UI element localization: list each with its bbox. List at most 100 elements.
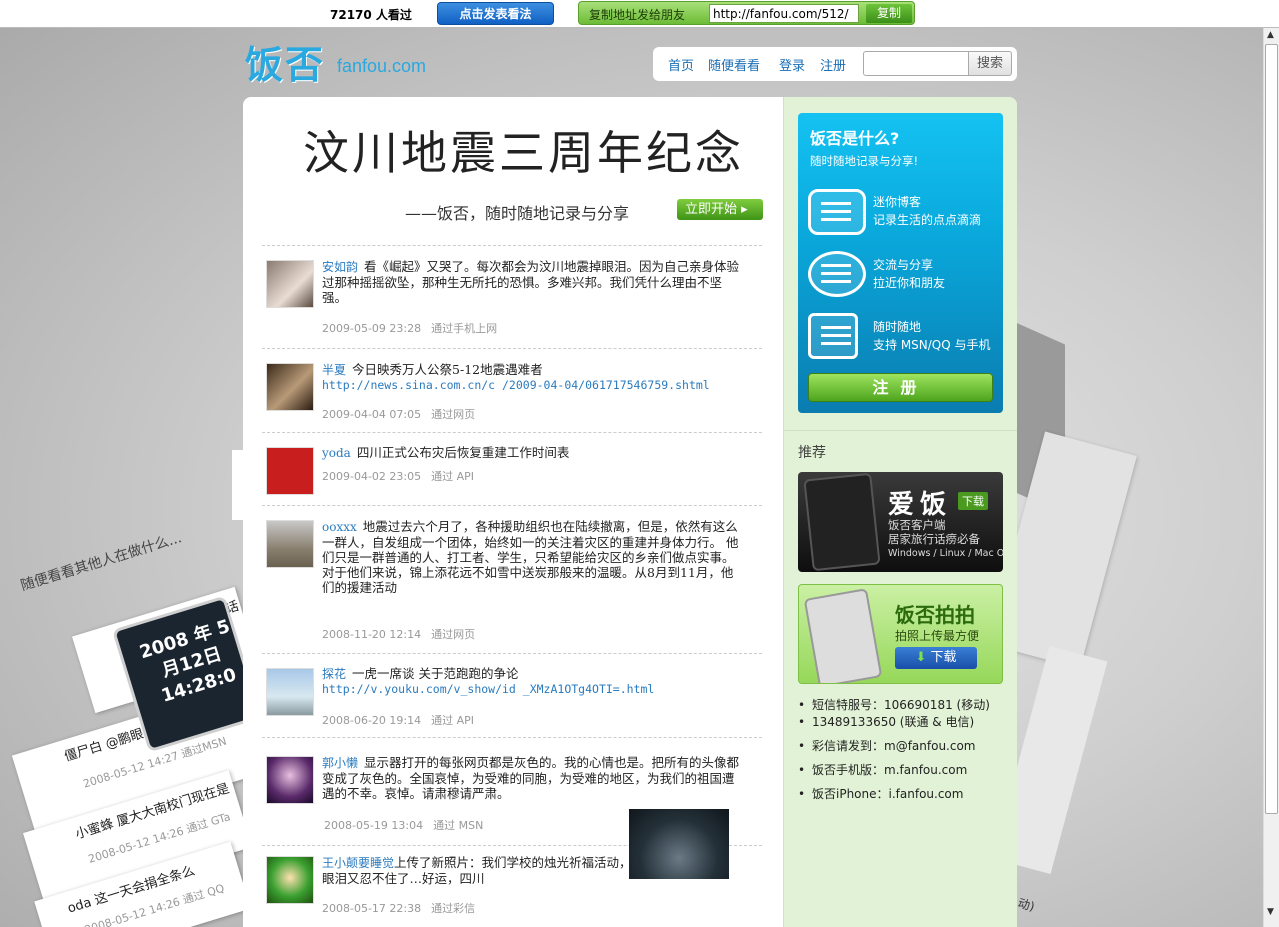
author-link[interactable]: ooxxx xyxy=(322,520,357,534)
paipai-subtitle: 拍照上传最方便 xyxy=(895,629,980,643)
feature-title: 随时随地 xyxy=(873,320,922,334)
message-time[interactable]: 2009-04-02 23:05 xyxy=(322,470,421,483)
list-item: 13489133650 (联通 & 电信) xyxy=(798,714,990,731)
message-text: 看《崛起》又哭了。每次都会为汶川地震掉眼泪。因为自己亲身体验过那种摇摇欲坠，那种… xyxy=(322,259,740,305)
scrollbar[interactable]: ▲ ▼ xyxy=(1263,28,1279,927)
message-body: 探花 一虎一席谈 关于范跑跑的争论 http://v.youku.com/v_sh… xyxy=(322,666,742,697)
message-source: 通过 MSN xyxy=(433,819,484,832)
page-title: 汶川地震三周年纪念 xyxy=(303,126,744,180)
what-is-fanfou-box: 饭否是什么? 随时随地记录与分享! 迷你博客 记录生活的点点滴滴 交流与分享 拉… xyxy=(798,113,1003,413)
start-now-button[interactable]: 立即开始 ▸ xyxy=(677,199,763,220)
list-item: 短信特服号：106690181 (移动) xyxy=(798,697,990,714)
list-item: 彩信请发到：m@fanfou.com xyxy=(798,738,990,755)
feature-title: 迷你博客 xyxy=(873,195,922,209)
search-button[interactable]: 搜索 xyxy=(968,51,1012,76)
download-label: 下载 xyxy=(930,650,957,665)
what-subtitle: 随时随地记录与分享! xyxy=(810,154,919,168)
aifan-description: 饭否客户端 居家旅行话痨必备 xyxy=(888,518,980,546)
aifan-line: 饭否客户端 xyxy=(888,518,946,532)
avatar[interactable] xyxy=(266,520,314,568)
feature-blog: 迷你博客 记录生活的点点滴滴 xyxy=(873,193,981,229)
list-item: yoda 四川正式公布灾后恢复重建工作时间表 2009-04-02 23:05 通过… xyxy=(262,432,762,505)
paipai-banner[interactable]: 饭否拍拍 拍照上传最方便 ⬇ 下载 xyxy=(798,584,1003,684)
feature-mobile: 随时随地 支持 MSN/QQ 与手机 xyxy=(873,318,991,354)
message-time[interactable]: 2009-05-09 23:28 xyxy=(322,322,421,335)
aifan-line: 居家旅行话痨必备 xyxy=(888,532,980,546)
list-item: 饭否手机版：m.fanfou.com xyxy=(798,762,990,779)
message-time[interactable]: 2008-05-19 13:04 xyxy=(324,819,423,832)
message-time[interactable]: 2008-05-17 22:38 xyxy=(322,902,421,915)
message-meta: 2009-05-09 23:28 通过手机上网 xyxy=(322,320,497,336)
message-source: 通过网页 xyxy=(431,408,476,421)
scroll-up-arrow-icon[interactable]: ▲ xyxy=(1267,30,1274,40)
message-link[interactable]: http://news.sina.com.cn/c /2009-04-04/06… xyxy=(322,378,742,393)
register-button[interactable]: 注册 xyxy=(808,373,993,402)
message-time[interactable]: 2008-06-20 19:14 xyxy=(322,714,421,727)
message-source: 通过彩信 xyxy=(431,902,476,915)
copy-button[interactable]: 复制 xyxy=(866,4,912,23)
logo-chinese: 饭否 xyxy=(245,43,326,87)
post-opinion-button[interactable]: 点击发表看法 xyxy=(437,2,554,25)
message-body: 半夏 今日映秀万人公祭5-12地震遇难者 http://news.sina.com… xyxy=(322,362,742,393)
feature-title: 交流与分享 xyxy=(873,258,934,272)
message-meta: 2009-04-04 07:05 通过网页 xyxy=(322,406,475,422)
author-link[interactable]: 半夏 xyxy=(322,363,346,377)
message-body: ooxxx 地震过去六个月了，各种援助组织也在陆续撤离，但是，依然有这么一群人，自… xyxy=(322,519,742,595)
phone-image xyxy=(803,472,881,572)
recommend-heading: 推荐 xyxy=(798,445,826,461)
sidebar: 饭否是什么? 随时随地记录与分享! 迷你博客 记录生活的点点滴滴 交流与分享 拉… xyxy=(783,97,1017,927)
share-box: 复制地址发给朋友 复制 xyxy=(578,1,915,25)
speech-bubble-icon xyxy=(808,189,866,235)
scroll-down-arrow-icon[interactable]: ▼ xyxy=(1267,907,1274,917)
main-panel: 汶川地震三周年纪念 ——饭否，随时随地记录与分享 立即开始 ▸ 安如韵 看《崛起》… xyxy=(243,97,1017,927)
message-source: 通过手机上网 xyxy=(431,322,498,335)
viewer-count: 72170 人看过 xyxy=(330,8,412,22)
author-link[interactable]: 探花 xyxy=(322,667,346,681)
list-item: 饭否iPhone：i.fanfou.com xyxy=(798,786,990,803)
list-item: 安如韵 看《崛起》又哭了。每次都会为汶川地震掉眼泪。因为自己亲身体验过那种摇摇欲坠… xyxy=(262,245,762,348)
search-input[interactable] xyxy=(863,51,969,76)
page-subtitle: ——饭否，随时随地记录与分享 xyxy=(405,204,630,223)
message-text: 地震过去六个月了，各种援助组织也在陆续撤离，但是，依然有这么一群人，自发组成一个… xyxy=(322,519,739,595)
aifan-banner[interactable]: 爱饭 下载 饭否客户端 居家旅行话痨必备 Windows / Linux / M… xyxy=(798,472,1003,572)
nav-login[interactable]: 登录 xyxy=(779,55,805,74)
avatar[interactable] xyxy=(266,447,314,495)
share-url-field[interactable] xyxy=(709,4,859,23)
nav-register[interactable]: 注册 xyxy=(820,55,846,74)
nav-browse[interactable]: 随便看看 xyxy=(708,55,760,74)
message-time[interactable]: 2009-04-04 07:05 xyxy=(322,408,421,421)
top-nav: 首页 随便看看 登录 注册 搜索 xyxy=(653,47,1017,81)
background-caption: 动) xyxy=(1016,896,1037,914)
message-link[interactable]: http://v.youku.com/v_show/id _XMzA1OTg4O… xyxy=(322,682,742,697)
top-bar: 72170 人看过 点击发表看法 复制地址发给朋友 复制 xyxy=(0,0,1279,28)
message-body: 王小颠要睡觉上传了新照片：我们学校的烛光祈福活动，眼泪又忍不住了…好运，四川 xyxy=(322,855,634,886)
aifan-download-button[interactable]: 下载 xyxy=(958,492,988,510)
candlelight-photo[interactable] xyxy=(629,809,729,879)
contact-info-list: 短信特服号：106690181 (移动) 13489133650 (联通 & 电… xyxy=(798,697,990,810)
what-title: 饭否是什么? xyxy=(810,129,900,148)
message-body: 安如韵 看《崛起》又哭了。每次都会为汶川地震掉眼泪。因为自己亲身体验过那种摇摇欲坠… xyxy=(322,259,742,305)
avatar[interactable] xyxy=(266,756,314,804)
nav-home[interactable]: 首页 xyxy=(668,55,694,74)
list-item: ooxxx 地震过去六个月了，各种援助组织也在陆续撤离，但是，依然有这么一群人，自… xyxy=(262,505,762,653)
author-link[interactable]: 安如韵 xyxy=(322,260,358,274)
author-link[interactable]: 王小颠要睡觉 xyxy=(322,856,394,870)
message-source: 通过网页 xyxy=(431,628,476,641)
author-link[interactable]: 郭小懒 xyxy=(322,756,358,770)
author-link[interactable]: yoda xyxy=(322,446,351,460)
message-body: yoda 四川正式公布灾后恢复重建工作时间表 xyxy=(322,445,742,461)
scroll-thumb[interactable] xyxy=(1265,44,1278,814)
avatar[interactable] xyxy=(266,856,314,904)
background-tagline: 随便看看其他人在做什么... xyxy=(18,529,184,595)
feature-desc: 拉近你和朋友 xyxy=(873,276,946,290)
paipai-title: 饭否拍拍 xyxy=(895,603,975,627)
message-meta: 2008-05-17 22:38 通过彩信 xyxy=(322,900,475,916)
avatar[interactable] xyxy=(266,260,314,308)
avatar[interactable] xyxy=(266,668,314,716)
avatar[interactable] xyxy=(266,363,314,411)
paipai-download-button[interactable]: ⬇ 下载 xyxy=(895,647,977,669)
clock-date: 2008 年 5月12日 14:28:0 xyxy=(137,615,239,707)
message-time[interactable]: 2008-11-20 12:14 xyxy=(322,628,421,641)
feature-share: 交流与分享 拉近你和朋友 xyxy=(873,256,945,292)
message-meta: 2008-11-20 12:14 通过网页 xyxy=(322,626,475,642)
